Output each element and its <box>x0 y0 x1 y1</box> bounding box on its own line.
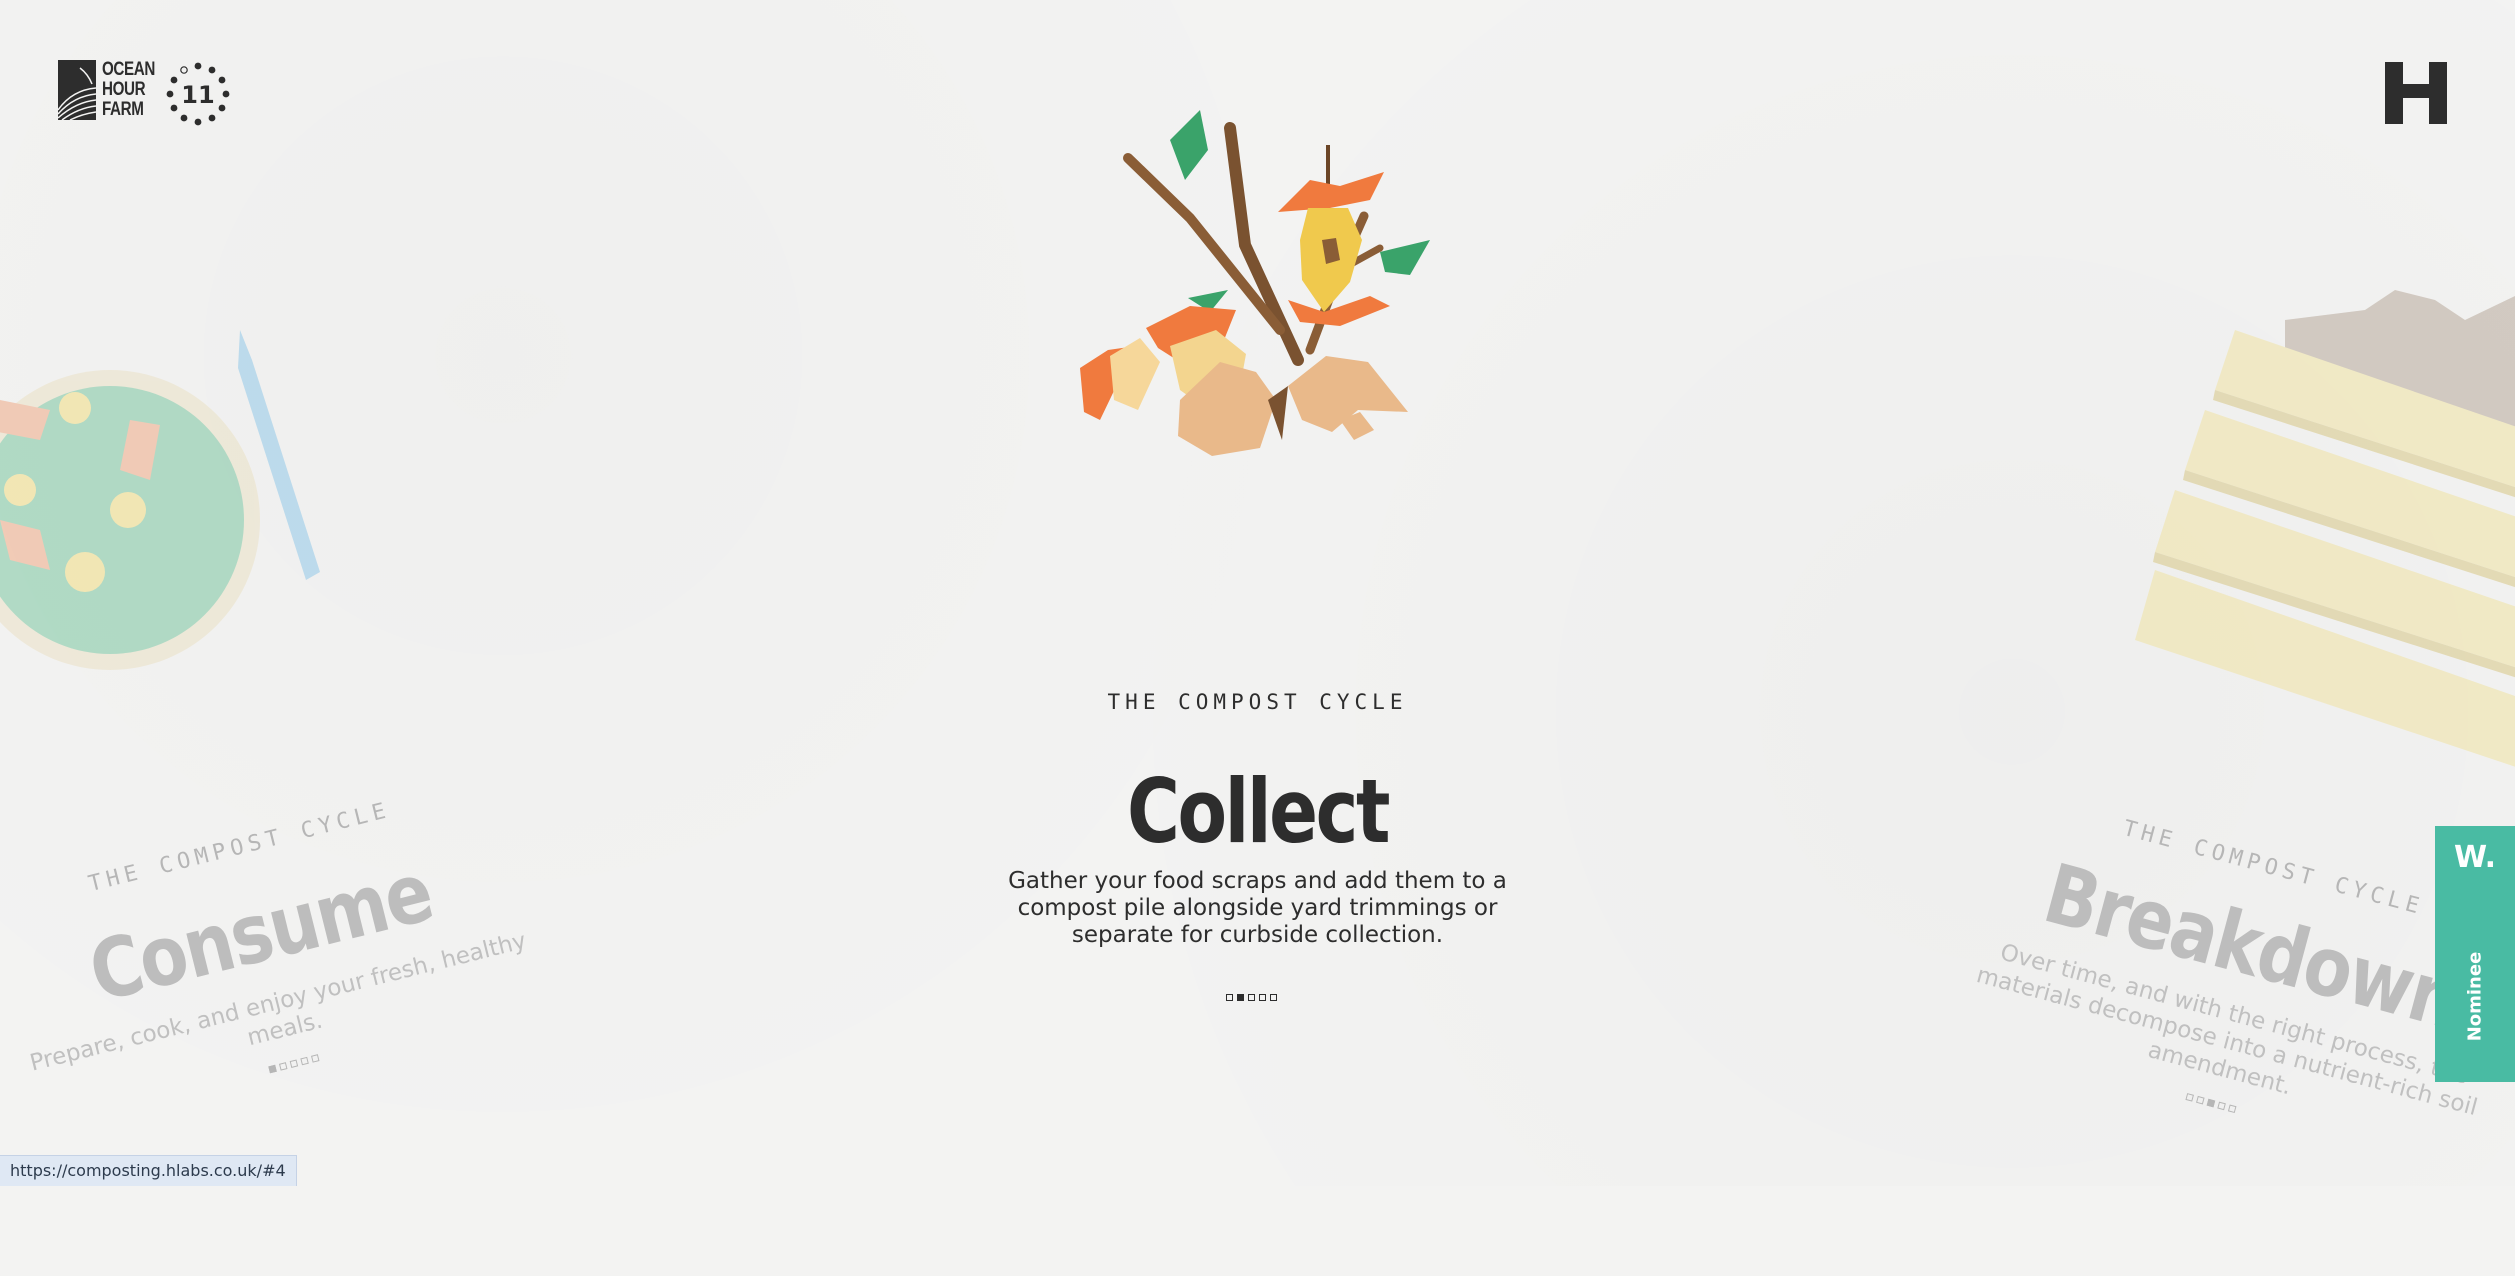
slide-kicker: THE COMPOST CYCLE <box>1107 690 1408 714</box>
slide-pager <box>1226 994 1277 1001</box>
slide-description: Gather your food scraps and add them to … <box>1008 868 1507 948</box>
pager-dot-2[interactable] <box>1237 994 1244 1001</box>
compost-scraps-illustration <box>1080 110 1430 456</box>
pager-dot-3[interactable] <box>1248 994 1255 1001</box>
pager-dot-5[interactable] <box>1270 994 1277 1001</box>
slide-title: Collect <box>1127 760 1390 863</box>
salad-bowl-illustration <box>0 330 320 670</box>
awwwards-nominee-ribbon[interactable]: W. Nominee <box>2435 826 2515 1082</box>
wave-mark-icon <box>58 60 96 120</box>
ocean-hour-farm-wordmark: OCEAN HOUR FARM <box>102 59 155 120</box>
awwwards-logo-icon: W. <box>2453 840 2497 875</box>
pager-dot-4[interactable] <box>1259 994 1266 1001</box>
status-bar-url: https://composting.hlabs.co.uk/#4 <box>0 1155 297 1186</box>
ocean-hour-farm-logo[interactable]: OCEAN HOUR FARM <box>58 60 168 120</box>
h-logo-icon[interactable] <box>2385 62 2447 124</box>
badge-number: 11 <box>181 81 214 109</box>
pager-dot-1[interactable] <box>1226 994 1233 1001</box>
eleven-badge-icon[interactable]: 11 <box>166 62 230 126</box>
crate-illustration <box>2135 290 2515 767</box>
nominee-label: Nominee <box>2464 951 2486 1042</box>
